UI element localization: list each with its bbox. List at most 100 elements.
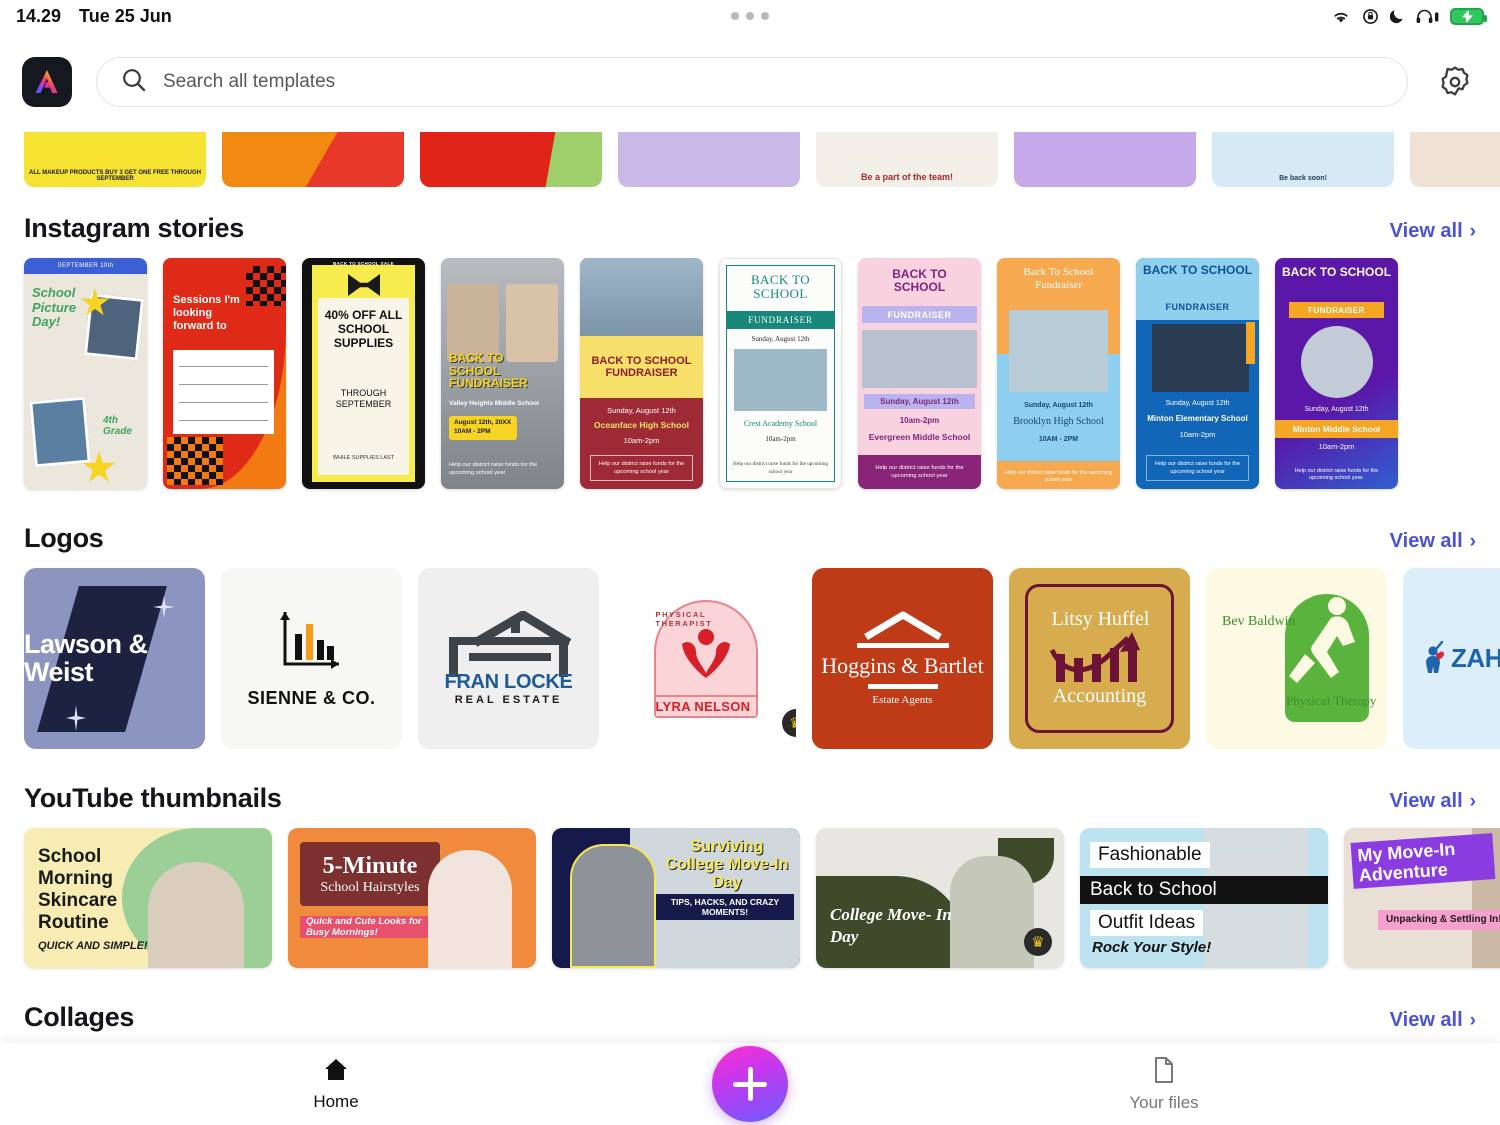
- logo-card-lawson-and-weist[interactable]: Lawson & Weist: [24, 568, 205, 749]
- logo-card-lyra-nelson[interactable]: PHYSICAL THERAPIST LYRA NELSON ♛: [615, 568, 796, 749]
- battery-charging-icon: [1450, 7, 1487, 25]
- card-school: Oceanface High School: [594, 420, 689, 430]
- card-banner: FUNDRAISER: [887, 309, 952, 320]
- window-drag-dots[interactable]: [0, 12, 1500, 20]
- template-card[interactable]: Be back soon!: [1212, 132, 1394, 187]
- nav-item-home[interactable]: Home: [0, 1057, 672, 1112]
- story-card-school-picture-day[interactable]: SEPTEMBER 10th School Picture Day! 4th G…: [24, 258, 147, 489]
- story-card-brooklyn-high[interactable]: Back To School Fundraiser Sunday, August…: [997, 258, 1120, 489]
- template-card[interactable]: [1410, 132, 1500, 187]
- template-card[interactable]: Scissors. Rulers. Calculators: [1014, 132, 1196, 187]
- premium-crown-badge: ♛: [782, 709, 796, 737]
- story-card-sessions-looking-forward[interactable]: Sessions I'm looking forward to: [163, 258, 286, 489]
- settings-gear-icon[interactable]: [1432, 59, 1478, 105]
- card-headline: BACK TO SCHOOL FUNDRAISER: [591, 354, 692, 379]
- view-all-label: View all: [1389, 790, 1463, 812]
- card-subtitle: Unpacking & Settling In!: [1378, 910, 1500, 930]
- card-subtitle: TIPS, HACKS, AND CRAZY MOMENTS!: [656, 894, 794, 920]
- template-card[interactable]: [420, 132, 602, 187]
- card-banner: FUNDRAISER: [748, 315, 813, 325]
- story-card-40-percent-off[interactable]: BACK TO SCHOOL SALE 40% OFF ALL SCHOOL S…: [302, 258, 425, 489]
- template-card[interactable]: [222, 132, 404, 187]
- yt-card-fashionable-back-to-school[interactable]: Fashionable Back to School Outfit Ideas …: [1080, 828, 1328, 968]
- logos-row[interactable]: Lawson & Weist SIENNE & CO. FRAN LOCKE R…: [0, 568, 1500, 749]
- card-title: School Morning Skincare Routine: [38, 846, 118, 934]
- template-card[interactable]: [618, 132, 800, 187]
- home-icon: [322, 1057, 350, 1088]
- story-card-oceanface-high[interactable]: BACK TO SCHOOL FUNDRAISER Sunday, August…: [580, 258, 703, 489]
- logo-subtext: REAL ESTATE: [454, 694, 563, 706]
- section-title: Logos: [24, 523, 104, 553]
- card-caption: Outfit Ideas: [1090, 910, 1204, 936]
- create-plus-button[interactable]: [712, 1046, 788, 1122]
- view-all-youtube-thumbnails[interactable]: View all ›: [1390, 790, 1476, 813]
- card-date: Sunday, August 12th: [607, 406, 676, 415]
- file-icon: [1152, 1056, 1176, 1089]
- card-caption: Quick and Cute Looks for Busy Mornings!: [306, 916, 422, 938]
- view-all-collages[interactable]: View all ›: [1390, 1009, 1476, 1032]
- logo-subtext: Physical Therapy: [1286, 693, 1377, 709]
- card-caption: Be a part of the team!: [860, 172, 954, 182]
- story-card-minton-elementary[interactable]: BACK TO SCHOOL FUNDRAISER Sunday, August…: [1136, 258, 1259, 489]
- nav-item-create[interactable]: [712, 1046, 788, 1122]
- logo-card-fran-locke-real-estate[interactable]: FRAN LOCKE REAL ESTATE: [418, 568, 599, 749]
- yt-card-surviving-college-move-in-day[interactable]: Surviving College Move-In Day TIPS, HACK…: [552, 828, 800, 968]
- section-header-youtube-thumbnails: YouTube thumbnails View all ›: [0, 783, 1500, 814]
- card-time: 10am-2pm: [765, 435, 796, 443]
- logo-card-zahra[interactable]: ZAHRA: [1403, 568, 1500, 749]
- person-icon: [1426, 640, 1445, 673]
- section-header-collages: Collages View all ›: [0, 1002, 1500, 1033]
- section-header-logos: Logos View all ›: [0, 523, 1500, 554]
- card-title: My Move-In Adventure: [1350, 833, 1496, 890]
- view-all-instagram-stories[interactable]: View all ›: [1390, 220, 1476, 243]
- content-scroll-area[interactable]: ALL MAKEUP PRODUCTS BUY 3 GET ONE FREE T…: [0, 132, 1500, 1125]
- card-subtext: 4th Grade: [103, 415, 132, 437]
- card-footnote: Help our district raise funds for the up…: [875, 464, 964, 479]
- view-all-logos[interactable]: View all ›: [1390, 530, 1476, 553]
- story-card-crest-academy[interactable]: BACK TO SCHOOL FUNDRAISER Sunday, August…: [719, 258, 842, 489]
- card-footnote: Help our district raise funds for the up…: [1294, 467, 1379, 482]
- instagram-stories-row[interactable]: SEPTEMBER 10th School Picture Day! 4th G…: [0, 258, 1500, 489]
- logo-text: SIENNE & CO.: [247, 688, 376, 708]
- story-card-valley-heights[interactable]: BACK TO SCHOOL FUNDRAISER Valley Heights…: [441, 258, 564, 489]
- card-footnote: Help our district raise funds for the up…: [1146, 454, 1249, 481]
- template-card[interactable]: Be a part of the team!: [816, 132, 998, 187]
- card-headline: BACK TO SCHOOL: [892, 267, 947, 294]
- youtube-thumbnails-row[interactable]: School Morning Skincare Routine QUICK AN…: [0, 828, 1500, 968]
- card-school: Valley Heights Middle School: [449, 400, 539, 407]
- yt-card-my-move-in-adventure[interactable]: My Move-In Adventure Unpacking & Settlin…: [1344, 828, 1500, 968]
- bar-chart-arrow-icon: [279, 612, 339, 669]
- yt-card-school-morning-skincare[interactable]: School Morning Skincare Routine QUICK AN…: [24, 828, 272, 968]
- yt-card-5-minute-school-hairstyles[interactable]: 5-Minute School Hairstyles Quick and Cut…: [288, 828, 536, 968]
- nav-label-home: Home: [313, 1091, 359, 1111]
- search-bar[interactable]: [96, 57, 1408, 107]
- card-footnote: Help our district raise funds for the up…: [1005, 469, 1112, 484]
- card-caption: ALL MAKEUP PRODUCTS BUY 3 GET ONE FREE T…: [28, 170, 202, 182]
- card-headline: BACK TO SCHOOL: [750, 272, 811, 302]
- chevron-right-icon: ›: [1469, 790, 1476, 812]
- clipped-template-row[interactable]: ALL MAKEUP PRODUCTS BUY 3 GET ONE FREE T…: [0, 132, 1500, 187]
- bar-chart-arrow-icon: [1049, 632, 1140, 682]
- template-card[interactable]: ALL MAKEUP PRODUCTS BUY 3 GET ONE FREE T…: [24, 132, 206, 187]
- search-input[interactable]: [163, 71, 1383, 93]
- logo-card-hoggins-and-bartlet[interactable]: Hoggins & Bartlet Estate Agents: [812, 568, 993, 749]
- card-footnote: Help our district raise funds for the up…: [733, 461, 828, 475]
- card-date: Sunday, August 12th: [751, 335, 810, 343]
- card-date: Sunday, August 12th: [864, 394, 975, 409]
- story-card-evergreen-middle[interactable]: BACK TO SCHOOL FUNDRAISER Sunday, August…: [858, 258, 981, 489]
- story-card-minton-middle[interactable]: BACK TO SCHOOL FUNDRAISER Sunday, August…: [1275, 258, 1398, 489]
- logo-card-sienne-and-co[interactable]: SIENNE & CO.: [221, 568, 402, 749]
- card-headline: Sessions I'm looking forward to: [173, 294, 240, 332]
- nav-item-your-files[interactable]: Your files: [828, 1056, 1500, 1113]
- yt-card-college-move-in-day[interactable]: College Move- In Day ♛: [816, 828, 1064, 968]
- section-header-instagram-stories: Instagram stories View all ›: [0, 213, 1500, 244]
- logo-card-litsy-huffel-accounting[interactable]: Litsy Huffel Accounting: [1009, 568, 1190, 749]
- logo-card-bev-baldwin-physical-therapy[interactable]: Bev Baldwin Physical Therapy: [1206, 568, 1387, 749]
- card-school: Crest Academy School: [743, 419, 818, 428]
- card-school: Minton Elementary School: [1147, 414, 1248, 423]
- logo-text: FRAN LOCKE: [444, 671, 573, 693]
- card-headline: School Picture Day!: [32, 285, 77, 330]
- card-subtitle: School Hairstyles: [320, 879, 420, 895]
- adobe-express-logo-icon[interactable]: [22, 57, 72, 107]
- card-title: 5-Minute: [322, 852, 418, 879]
